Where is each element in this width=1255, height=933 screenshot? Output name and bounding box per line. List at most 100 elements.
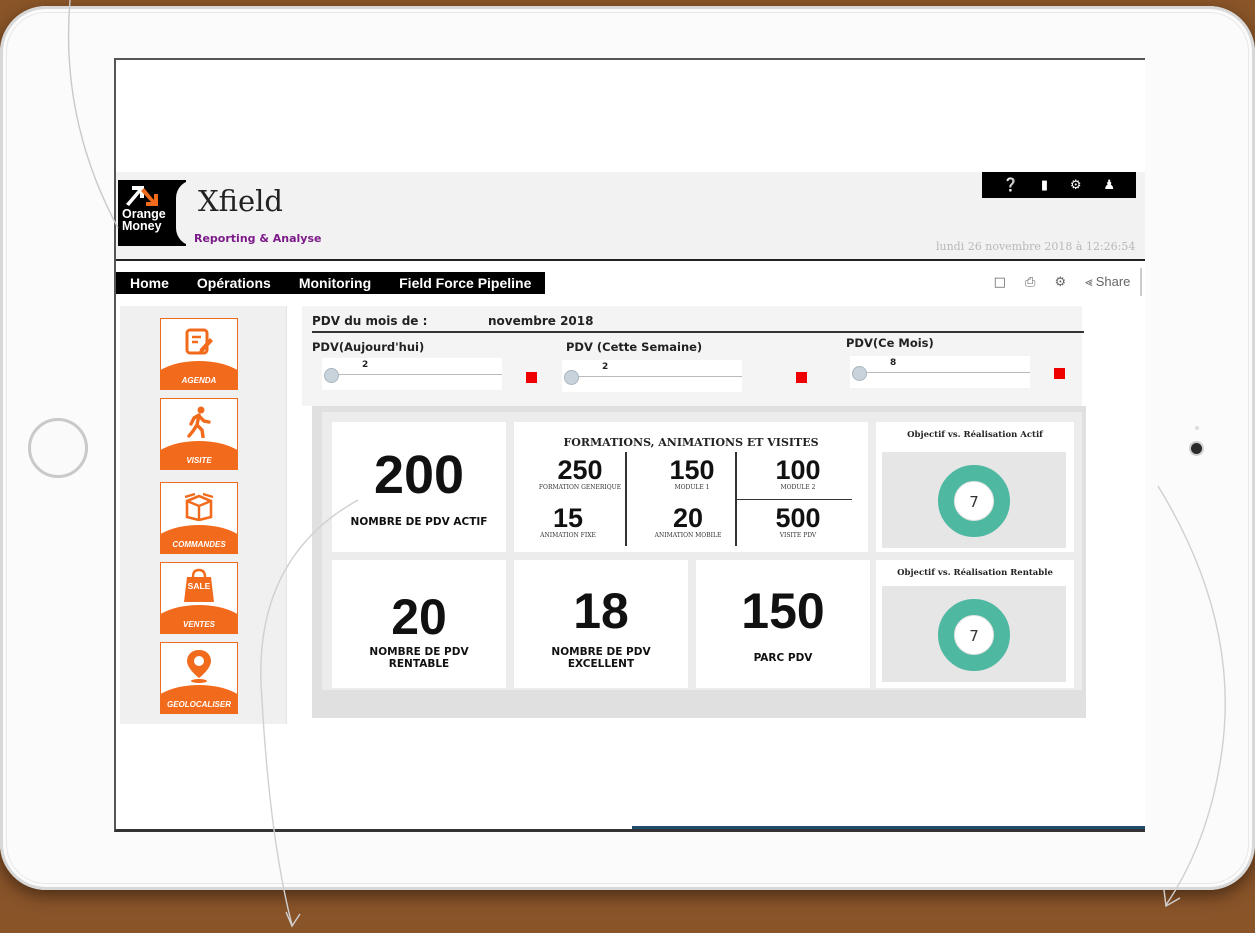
settings-icon[interactable]: ⚙	[1070, 178, 1082, 193]
kpi-card-excellent: 18 NOMBRE DE PDV EXCELLENT	[514, 560, 688, 688]
view-toolbar: □ ⎙ ⚙ ⪡ Share	[984, 268, 1142, 296]
slider-week[interactable]: 2	[562, 360, 742, 392]
formation-cell-module2: 100 MODULE 2	[748, 456, 848, 491]
status-indicator-month	[1054, 368, 1065, 379]
kpi-label-rentable-1: NOMBRE DE PDV	[369, 646, 469, 658]
sidebar-item-agenda[interactable]: AGENDA	[160, 318, 238, 390]
pdv-month: novembre 2018	[488, 314, 594, 328]
sidebar: AGENDA VISITE COMMANDES SALE VENTES GEOL…	[120, 306, 287, 724]
kpi-value-parc: 150	[741, 583, 825, 639]
kpi-value-rentable: 20	[391, 589, 447, 645]
formation-label: FORMATION GENERIQUE	[538, 484, 622, 491]
kpi-value-actif: 200	[373, 445, 465, 505]
slider-label-week: PDV (Cette Semaine)	[566, 340, 703, 354]
slider-track	[332, 374, 502, 375]
slider-value-month: 8	[890, 358, 897, 368]
formation-cell-animation-mobile: 20 ANIMATION MOBILE	[638, 504, 738, 539]
nav-field-force-pipeline[interactable]: Field Force Pipeline	[385, 275, 545, 291]
donut-chart-rentable: 7	[882, 586, 1066, 682]
sidebar-item-geolocaliser[interactable]: GEOLOCALISER	[160, 642, 238, 714]
formation-value: 100	[775, 455, 821, 485]
slider-knob[interactable]	[852, 366, 867, 381]
share-icon: ⪡	[1085, 274, 1093, 289]
kpi-card-rentable: 20 NOMBRE DE PDV RENTABLE	[332, 560, 506, 688]
header-divider	[116, 259, 1145, 261]
sidebar-item-visite[interactable]: VISITE	[160, 398, 238, 470]
formation-cell-animation-fixe: 15 ANIMATION FIXE	[518, 504, 618, 539]
donut-title-rentable: Objectif vs. Réalisation Rentable	[897, 568, 1053, 578]
kpi-label-excellent-1: NOMBRE DE PDV	[551, 646, 651, 658]
kpi-card-parc: 150 PARC PDV	[696, 560, 870, 688]
formation-value: 250	[557, 455, 603, 485]
gear-icon[interactable]: ⚙	[1055, 275, 1067, 290]
donut-value-actif: 7	[969, 493, 979, 511]
nav-home[interactable]: Home	[116, 275, 183, 291]
edit-icon	[161, 321, 237, 363]
slider-knob[interactable]	[564, 370, 579, 385]
slider-track	[572, 376, 742, 377]
logo-text-money: Money	[122, 219, 162, 233]
donut-card-rentable: Objectif vs. Réalisation Rentable 7	[876, 560, 1074, 688]
sidebar-item-commandes[interactable]: COMMANDES	[160, 482, 238, 554]
walking-person-icon	[161, 401, 237, 443]
sidebar-label-ventes: VENTES	[182, 620, 215, 629]
grid-divider	[736, 499, 852, 500]
slider-month[interactable]: 8	[850, 356, 1030, 388]
status-indicator-week	[796, 372, 807, 383]
formation-cell-generique: 250 FORMATION GENERIQUE	[530, 456, 630, 491]
pdv-divider	[312, 331, 1084, 333]
camera-icon	[1191, 443, 1202, 454]
home-button[interactable]	[28, 418, 88, 478]
slider-label-today: PDV(Aujourd'hui)	[312, 340, 425, 354]
kpi-label-rentable-2: RENTABLE	[388, 658, 450, 670]
slider-value-week: 2	[602, 362, 609, 372]
formation-value: 500	[775, 503, 821, 533]
formation-label: ANIMATION MOBILE	[654, 532, 722, 539]
formation-label: MODULE 2	[780, 484, 816, 491]
kpi-value-excellent: 18	[573, 583, 629, 639]
share-label: Share	[1095, 274, 1131, 289]
donut-title-actif: Objectif vs. Réalisation Actif	[907, 430, 1043, 440]
share-button[interactable]: ⪡ Share	[1085, 274, 1130, 290]
logo-arrows-icon	[126, 186, 158, 206]
location-pin-icon	[161, 645, 237, 687]
sidebar-item-ventes[interactable]: SALE VENTES	[160, 562, 238, 634]
screen-bottom-bar	[632, 826, 1145, 829]
sale-bag-icon: SALE	[161, 565, 237, 607]
slider-track	[860, 372, 1030, 373]
formation-value: 150	[669, 455, 715, 485]
formation-label: VISITE PDV	[779, 532, 817, 539]
formations-title: FORMATIONS, ANIMATIONS ET VISITES	[563, 436, 819, 449]
slider-knob[interactable]	[324, 368, 339, 383]
print-icon[interactable]: ⎙	[1025, 275, 1035, 290]
datetime-label: lundi 26 novembre 2018 à 12:26:54	[936, 240, 1136, 253]
sidebar-label-agenda: AGENDA	[181, 376, 217, 385]
logo-notch	[176, 180, 196, 246]
kpi-card-actif: 200 NOMBRE DE PDV ACTIF	[332, 422, 506, 552]
pdv-title: PDV du mois de :	[312, 314, 428, 328]
slider-label-month: PDV(Ce Mois)	[846, 336, 934, 350]
sidebar-label-commandes: COMMANDES	[172, 540, 226, 549]
slider-today[interactable]: 2	[322, 358, 502, 390]
nav-operations[interactable]: Opérations	[183, 275, 285, 291]
kpi-label-excellent-2: EXCELLENT	[567, 658, 635, 670]
tablet-screen: Orange Money Xfield Reporting & Analyse ❔…	[114, 58, 1145, 832]
sale-badge: SALE	[188, 581, 211, 591]
formation-value: 15	[552, 503, 584, 533]
help-icon[interactable]: ❔	[1003, 178, 1019, 193]
donut-chart-actif: 7	[882, 452, 1066, 548]
main-nav: Home Opérations Monitoring Field Force P…	[116, 272, 546, 294]
formation-cell-module1: 150 MODULE 1	[642, 456, 742, 491]
donut-value-rentable: 7	[969, 627, 979, 645]
formation-label: ANIMATION FIXE	[540, 532, 596, 539]
formations-card: FORMATIONS, ANIMATIONS ET VISITES 250 FOR…	[514, 422, 868, 552]
nav-monitoring[interactable]: Monitoring	[285, 275, 385, 291]
user-icon[interactable]: ♟	[1103, 178, 1115, 193]
kpi-label-parc: PARC PDV	[753, 652, 813, 664]
kpi-label-actif: NOMBRE DE PDV ACTIF	[350, 516, 488, 528]
screen-icon[interactable]: □	[994, 275, 1006, 290]
app-subtitle: Reporting & Analyse	[194, 232, 322, 245]
formation-cell-visite-pdv: 500 VISITE PDV	[748, 504, 848, 539]
book-icon[interactable]: ▮	[1041, 178, 1048, 193]
donut-card-actif: Objectif vs. Réalisation Actif 7	[876, 422, 1074, 552]
